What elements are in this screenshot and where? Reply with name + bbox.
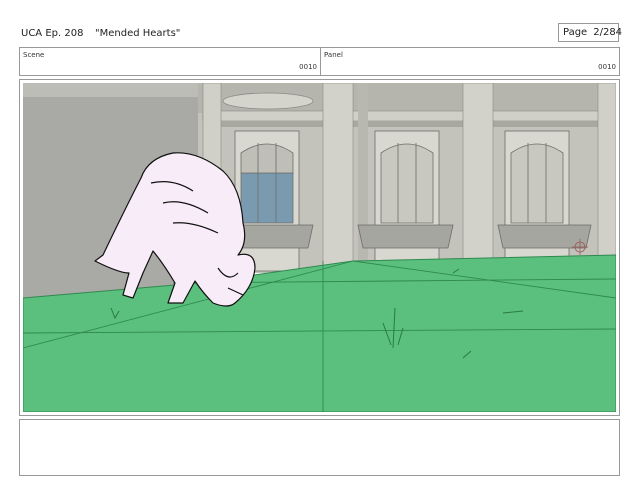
panel-frame (19, 79, 620, 416)
panel-artwork (23, 83, 616, 412)
column (462, 83, 494, 274)
column (597, 83, 616, 274)
panel-label: Panel (324, 51, 343, 59)
window (374, 130, 440, 272)
scene-number: 0010 (299, 63, 317, 71)
scene-box: Scene 0010 (19, 47, 321, 76)
planter (497, 224, 592, 249)
page-label: Page (563, 27, 588, 38)
window (504, 130, 570, 272)
window (234, 130, 300, 272)
scene-label: Scene (23, 51, 45, 59)
notes-area[interactable] (19, 419, 620, 476)
page-indicator: Page 2/284 (558, 23, 623, 42)
planter (357, 224, 454, 249)
panel-box: Panel 0010 (320, 47, 620, 76)
page-number: 2/284 (593, 27, 623, 38)
episode-label: UCA Ep. 208 (21, 28, 84, 39)
panel-number: 0010 (598, 63, 616, 71)
column (322, 83, 354, 274)
episode-title: "Mended Hearts" (95, 28, 181, 39)
